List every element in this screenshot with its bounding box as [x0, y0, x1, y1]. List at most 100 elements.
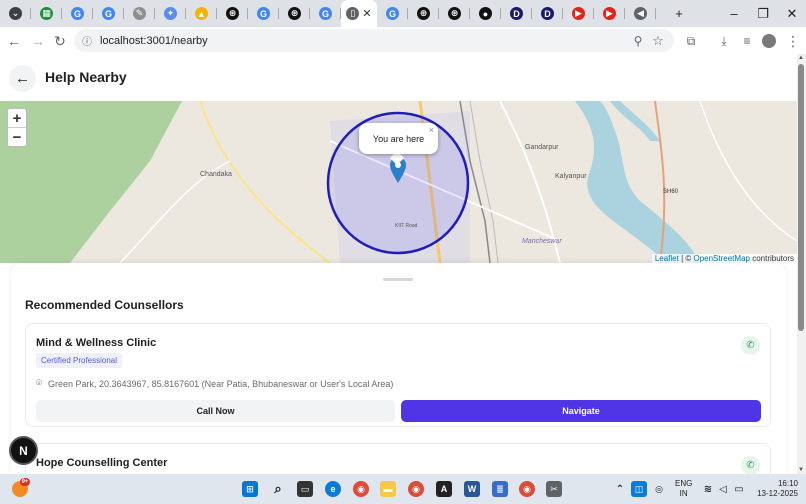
google-icon: G	[257, 7, 270, 20]
map-attribution: Leaflet | © OpenStreetMap contributors	[651, 254, 797, 263]
chrome-active-icon[interactable]: ◉	[408, 481, 424, 497]
page-header: ← Help Nearby	[0, 54, 797, 101]
counsellor-card: Mind & Wellness Clinic Certified Profess…	[25, 323, 771, 427]
url-text: localhost:3001/nearby	[100, 34, 208, 47]
browser-tab[interactable]: ⌄	[0, 0, 31, 27]
page-content: ← Help Nearby Chandaka Gandarpur Kalyanp…	[0, 54, 797, 474]
browser-tab[interactable]: ⊛	[408, 0, 439, 27]
leaflet-link[interactable]: Leaflet	[655, 254, 679, 263]
browser-tab[interactable]: D	[501, 0, 532, 27]
reload-icon[interactable]: ↻	[48, 29, 72, 53]
navigate-button[interactable]: Navigate	[401, 400, 761, 422]
popup-close-icon[interactable]: ×	[429, 125, 434, 135]
task-view-icon[interactable]: ▭	[297, 481, 313, 497]
browser-tab[interactable]: ●	[470, 0, 501, 27]
close-window-button[interactable]: ✕	[777, 0, 806, 27]
scroll-thumb[interactable]	[798, 64, 804, 331]
browser-tab[interactable]: ⊛	[279, 0, 310, 27]
browser-tab[interactable]: ▦	[31, 0, 62, 27]
back-arrow-icon[interactable]: ←	[9, 65, 36, 92]
clock-time: 16:10	[777, 479, 798, 488]
zoom-control: + −	[7, 108, 27, 147]
osm-link[interactable]: OpenStreetMap	[693, 254, 749, 263]
browser-tab[interactable]: G	[310, 0, 341, 27]
browser-tab[interactable]: G	[248, 0, 279, 27]
browser-tab[interactable]: ✎	[124, 0, 155, 27]
sheets-icon: ▦	[40, 7, 53, 20]
phone-icon[interactable]: ✆	[741, 336, 760, 355]
browser-tab[interactable]: ▯ ✕	[341, 0, 377, 27]
edge-icon[interactable]: e	[325, 481, 341, 497]
volume-icon[interactable]: ◁	[715, 481, 731, 497]
minimize-button[interactable]: –	[719, 0, 749, 27]
browser-tab[interactable]: ▶	[594, 0, 625, 27]
site-info-icon[interactable]: ⓘ	[82, 33, 92, 48]
search-icon[interactable]: ⌕	[270, 481, 286, 497]
browser-tab[interactable]: ⊛	[217, 0, 248, 27]
zoom-out-button[interactable]: −	[8, 128, 26, 147]
tray-chevron-icon[interactable]: ⌃	[612, 481, 628, 497]
lang-line2: IN	[679, 489, 688, 498]
location-popup: You are here ×	[359, 123, 438, 154]
media-queue-icon[interactable]: ≡	[735, 29, 759, 53]
attribution-separator: | ©	[678, 254, 694, 263]
openai-icon: ⊛	[288, 7, 301, 20]
snipping-tool-icon[interactable]: ✂	[546, 481, 562, 497]
call-now-button[interactable]: Call Now	[36, 400, 395, 422]
drive-icon: ▲	[195, 7, 208, 20]
word-icon[interactable]: W	[464, 481, 480, 497]
counsellor-card: Hope Counselling Center ✆	[25, 443, 771, 474]
windows-taskbar: 9+ ⊞ ⌕ ▭ e ◉ ▬ ◉ A W ≣ ◉ ✂ ⌃ ◫ ◎ ENG IN ≋…	[0, 474, 806, 504]
floating-action-button[interactable]: N	[11, 438, 36, 463]
bookmark-star-icon[interactable]: ☆	[646, 29, 670, 53]
clock-date: 13-12-2025	[757, 489, 798, 498]
browser-tab[interactable]: G	[377, 0, 408, 27]
browser-tab[interactable]: ⊛	[439, 0, 470, 27]
page-scrollbar[interactable]: ▲ ▼	[797, 54, 806, 474]
file-explorer-icon[interactable]: ▬	[380, 481, 396, 497]
zoom-in-button[interactable]: +	[8, 109, 26, 128]
clock[interactable]: 16:10 13-12-2025	[753, 479, 798, 499]
browser-tab[interactable]: ▲	[186, 0, 217, 27]
app-a-icon[interactable]: A	[436, 481, 452, 497]
chrome-icon[interactable]: ◉	[353, 481, 369, 497]
d-app-icon: D	[541, 7, 554, 20]
counsellor-name: Mind & Wellness Clinic	[36, 337, 157, 349]
battery-icon[interactable]: ▭	[731, 481, 747, 497]
audio-icon: ◀	[634, 7, 647, 20]
chrome-menu-icon[interactable]: ⋮	[781, 29, 805, 53]
browser-tab[interactable]: ◀	[625, 0, 656, 27]
counsellor-sheet: Recommended Counsellors Mind & Wellness …	[11, 263, 786, 474]
youtube-icon: ▶	[572, 7, 585, 20]
chrome-profile-icon[interactable]: ◉	[519, 481, 535, 497]
extensions-icon[interactable]: ⧉	[679, 29, 703, 53]
sheet-drag-handle[interactable]	[383, 278, 413, 281]
tray-app-icon[interactable]: ◫	[631, 481, 647, 497]
input-language[interactable]: ENG IN	[675, 479, 692, 499]
windows-start-icon[interactable]: ⊞	[242, 481, 258, 497]
browser-tab[interactable]: ✦	[155, 0, 186, 27]
notes-icon[interactable]: ≣	[492, 481, 508, 497]
address-bar[interactable]: ⓘ localhost:3001/nearby	[74, 29, 674, 52]
back-nav-icon[interactable]: ←	[2, 29, 26, 53]
certified-badge: Certified Professional	[36, 353, 123, 368]
maximize-button[interactable]: ❐	[748, 0, 778, 27]
browser-tab[interactable]: D	[532, 0, 563, 27]
openai-icon: ⊛	[448, 7, 461, 20]
browser-tab[interactable]: G	[62, 0, 93, 27]
youtube-icon: ▶	[603, 7, 616, 20]
download-icon[interactable]: ⤓	[712, 29, 736, 53]
scroll-up-arrow-icon[interactable]: ▲	[798, 55, 804, 61]
phone-icon[interactable]: ✆	[741, 456, 760, 474]
browser-tab[interactable]: ▶	[563, 0, 594, 27]
new-tab-button[interactable]: +	[664, 0, 694, 27]
github-icon: ●	[479, 7, 492, 20]
close-tab-icon[interactable]: ✕	[362, 7, 371, 20]
profile-avatar[interactable]	[757, 29, 781, 53]
forward-nav-icon[interactable]: →	[26, 29, 50, 53]
tray-app2-icon[interactable]: ◎	[651, 481, 667, 497]
scroll-down-arrow-icon[interactable]: ▼	[798, 467, 804, 473]
wifi-icon[interactable]: ≋	[700, 481, 716, 497]
browser-tab[interactable]: G	[93, 0, 124, 27]
map-view[interactable]: Chandaka Gandarpur Kalyanpur SH60 Manche…	[0, 101, 797, 263]
